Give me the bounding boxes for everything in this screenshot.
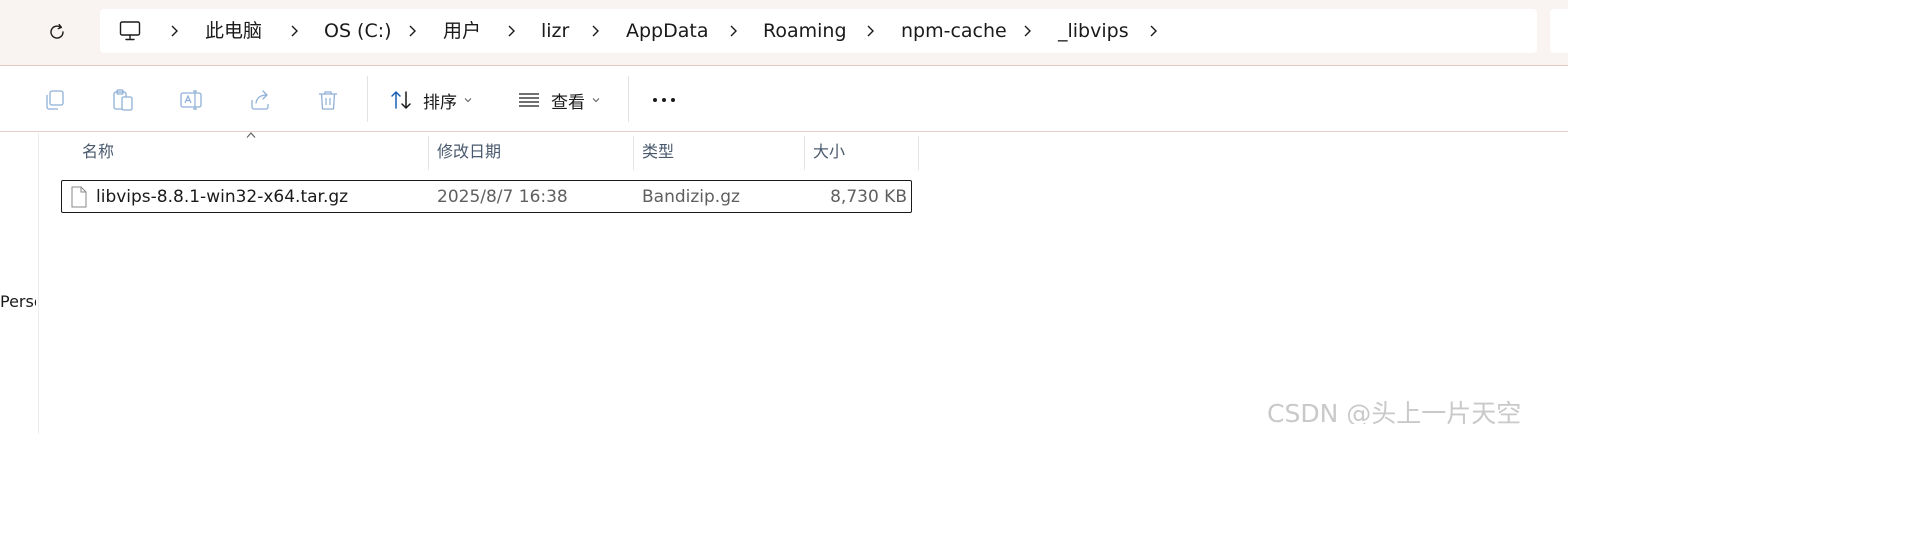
chevron-right-icon[interactable] bbox=[506, 24, 516, 38]
chevron-down-icon bbox=[592, 98, 600, 103]
nav-pane-item[interactable]: Perso bbox=[0, 292, 36, 311]
rename-icon[interactable] bbox=[179, 88, 203, 112]
chevron-right-icon[interactable] bbox=[407, 24, 417, 38]
title-address-bar: 此电脑 OS (C:) 用户 lizr AppData Roaming npm-… bbox=[0, 0, 1580, 66]
chevron-down-icon bbox=[464, 98, 472, 103]
chevron-right-icon[interactable] bbox=[728, 24, 738, 38]
column-header-name[interactable]: 名称 bbox=[74, 133, 428, 171]
file-name[interactable]: libvips-8.8.1-win32-x64.tar.gz bbox=[96, 186, 348, 208]
search-box[interactable] bbox=[1550, 9, 1580, 53]
column-header-size[interactable]: 大小 bbox=[805, 133, 918, 171]
breadcrumb-npm-cache[interactable]: npm-cache bbox=[901, 19, 1007, 43]
more-icon[interactable] bbox=[652, 88, 676, 112]
chevron-right-icon[interactable] bbox=[865, 24, 875, 38]
chevron-right-icon[interactable] bbox=[169, 24, 179, 38]
toolbar-divider bbox=[367, 76, 368, 122]
sort-icon bbox=[391, 91, 411, 109]
file-icon bbox=[71, 186, 87, 208]
file-modified-date: 2025/8/7 16:38 bbox=[437, 187, 568, 207]
breadcrumb-os-c[interactable]: OS (C:) bbox=[324, 19, 392, 43]
sort-button[interactable]: 排序 bbox=[389, 84, 473, 116]
chevron-right-icon[interactable] bbox=[590, 24, 600, 38]
sort-label: 排序 bbox=[423, 92, 457, 113]
file-size: 8,730 KB bbox=[830, 187, 907, 207]
breadcrumb-this-pc[interactable]: 此电脑 bbox=[205, 19, 262, 43]
breadcrumb-roaming[interactable]: Roaming bbox=[763, 19, 847, 43]
file-explorer-window: 此电脑 OS (C:) 用户 lizr AppData Roaming npm-… bbox=[0, 0, 1580, 434]
share-icon[interactable] bbox=[248, 88, 272, 112]
breadcrumb-appdata[interactable]: AppData bbox=[626, 19, 709, 43]
refresh-button[interactable] bbox=[40, 15, 74, 49]
column-header-type[interactable]: 类型 bbox=[634, 133, 804, 171]
delete-icon[interactable] bbox=[316, 88, 340, 112]
column-divider[interactable] bbox=[918, 136, 919, 170]
command-bar: 排序 查看 bbox=[0, 66, 1568, 132]
file-type: Bandizip.gz bbox=[642, 187, 740, 207]
refresh-icon bbox=[50, 23, 64, 39]
column-header-modified[interactable]: 修改日期 bbox=[429, 133, 634, 171]
chevron-right-icon[interactable] bbox=[1148, 24, 1158, 38]
view-button[interactable]: 查看 bbox=[517, 84, 601, 116]
chevron-right-icon[interactable] bbox=[289, 24, 299, 38]
watermark: CSDN @头上一片天空 bbox=[1267, 399, 1522, 424]
toolbar-divider bbox=[628, 76, 629, 122]
chevron-right-icon[interactable] bbox=[1022, 24, 1032, 38]
breadcrumb-lizr[interactable]: lizr bbox=[541, 19, 569, 43]
this-pc-icon[interactable] bbox=[118, 19, 142, 43]
copy-icon[interactable] bbox=[43, 88, 67, 112]
breadcrumb-libvips[interactable]: _libvips bbox=[1058, 19, 1129, 43]
view-label: 查看 bbox=[551, 92, 585, 113]
view-icon bbox=[519, 93, 539, 107]
breadcrumb-users[interactable]: 用户 bbox=[443, 19, 481, 43]
nav-pane-divider[interactable] bbox=[38, 133, 39, 434]
paste-icon[interactable] bbox=[111, 88, 135, 112]
